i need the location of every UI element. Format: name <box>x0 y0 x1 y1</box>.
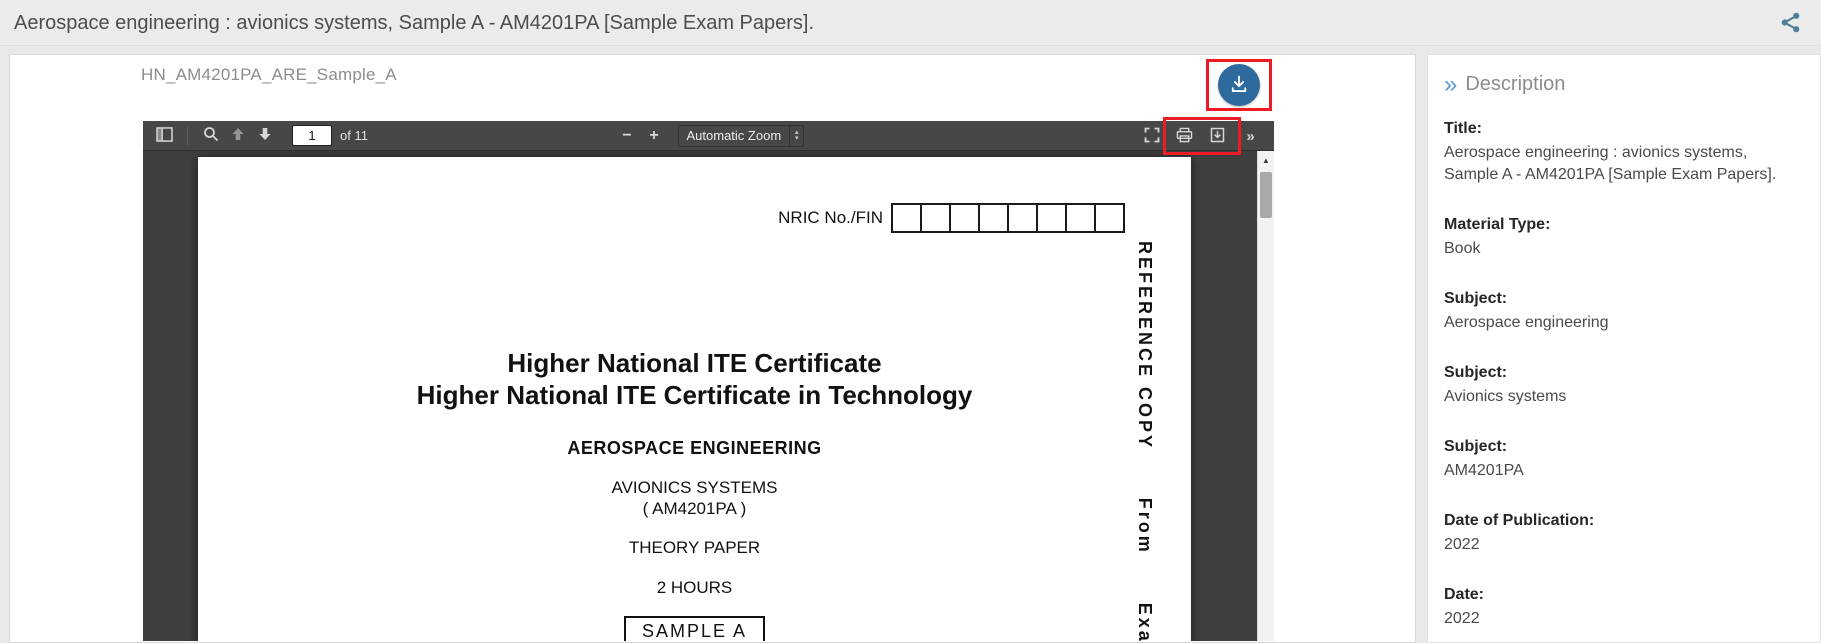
subject-heading: AEROSPACE ENGINEERING <box>567 438 822 458</box>
nric-box <box>1065 203 1096 233</box>
nric-box <box>1094 203 1125 233</box>
scrollbar-thumb[interactable] <box>1260 172 1272 218</box>
scroll-up-button[interactable]: ▲ <box>1258 151 1274 169</box>
sample-label-row: SAMPLE A <box>198 616 1191 641</box>
arrow-down-icon <box>258 127 272 144</box>
presentation-mode-button[interactable] <box>1138 124 1165 148</box>
nric-box <box>920 203 951 233</box>
description-fields: Title: Aerospace engineering : avionics … <box>1444 120 1804 630</box>
search-icon <box>203 126 219 145</box>
nric-box <box>978 203 1009 233</box>
description-field: Title: Aerospace engineering : avionics … <box>1444 120 1804 186</box>
field-label: Material Type: <box>1444 216 1551 233</box>
previous-page-button[interactable] <box>224 124 251 148</box>
toolbar-more-button[interactable]: » <box>1237 124 1264 148</box>
pdf-body: NRIC No./FIN REFERENCE COPY From Examina… <box>143 151 1274 641</box>
description-field: Subject: AM4201PA <box>1444 438 1804 482</box>
zoom-in-button[interactable]: + <box>641 124 668 148</box>
paper-type: THEORY PAPER <box>628 538 761 557</box>
certificate-heading-line1: Higher National ITE Certificate <box>507 348 882 378</box>
pdf-toolbar: of 11 − + Automatic Zoom ▴▾ <box>143 117 1274 155</box>
document-filename: HN_AM4201PA_ARE_Sample_A <box>141 65 397 84</box>
course-name: AVIONICS SYSTEMS <box>611 478 778 497</box>
page-count-label: of 11 <box>340 128 368 143</box>
description-field: Date of Publication: 2022 <box>1444 512 1804 556</box>
nric-box <box>1007 203 1038 233</box>
field-value: 2022 <box>1444 610 1480 627</box>
course-code: ( AM4201PA ) <box>642 499 747 518</box>
pdf-page: NRIC No./FIN REFERENCE COPY From Examina… <box>198 157 1191 641</box>
description-field: Subject: Aerospace engineering <box>1444 290 1804 334</box>
field-label: Subject: <box>1444 438 1508 455</box>
nric-box <box>1036 203 1067 233</box>
nric-box <box>949 203 980 233</box>
download-file-button[interactable] <box>1204 124 1231 148</box>
field-value: Avionics systems <box>1444 388 1567 405</box>
description-field: Material Type: Book <box>1444 216 1804 260</box>
toolbar-divider <box>187 126 188 145</box>
zoom-out-button[interactable]: − <box>614 124 641 148</box>
sidebar-toggle-button[interactable] <box>151 124 178 148</box>
zoom-select-value: Automatic Zoom <box>686 128 782 143</box>
next-page-button[interactable] <box>251 124 278 148</box>
description-field: Date: 2022 <box>1444 586 1804 630</box>
highlight-box-download <box>1206 59 1272 111</box>
nric-row: NRIC No./FIN <box>778 203 1125 233</box>
field-value: Aerospace engineering <box>1444 314 1609 331</box>
field-label: Title: <box>1444 120 1482 137</box>
field-value: 2022 <box>1444 536 1480 553</box>
print-icon <box>1176 127 1193 146</box>
field-label: Subject: <box>1444 290 1508 307</box>
sample-label: SAMPLE A <box>623 616 766 641</box>
field-label: Date of Publication: <box>1444 512 1595 529</box>
certificate-heading: Higher National ITE Certificate Higher N… <box>198 347 1191 411</box>
description-header: » Description <box>1444 72 1804 96</box>
share-button[interactable] <box>1777 11 1803 37</box>
scroll-up-icon: ▲ <box>1262 155 1270 165</box>
page-title: Aerospace engineering : avionics systems… <box>14 12 815 34</box>
arrow-up-icon <box>231 127 245 144</box>
download-page-icon <box>1210 127 1225 146</box>
download-button[interactable] <box>1218 64 1260 106</box>
description-panel: » Description Title: Aerospace engineeri… <box>1427 54 1821 643</box>
pdf-viewer: of 11 − + Automatic Zoom ▴▾ <box>143 117 1274 641</box>
select-arrows-icon: ▴ ▾ <box>788 125 803 146</box>
description-title: Description <box>1465 73 1566 95</box>
field-value: AM4201PA <box>1444 462 1524 479</box>
zoom-select[interactable]: Automatic Zoom ▴ ▾ <box>677 124 804 147</box>
duration: 2 HOURS <box>656 578 733 597</box>
description-field: Subject: Avionics systems <box>1444 364 1804 408</box>
nric-box <box>891 203 922 233</box>
certificate-heading-line2: Higher National ITE Certificate in Techn… <box>416 380 973 410</box>
print-button[interactable] <box>1171 124 1198 148</box>
field-value: Aerospace engineering : avionics systems… <box>1444 144 1777 183</box>
fullscreen-icon <box>1144 127 1160 146</box>
collapse-panel-button[interactable]: » <box>1444 72 1457 96</box>
zoom-controls: − + Automatic Zoom ▴ ▾ <box>614 121 804 151</box>
viewer-card: HN_AM4201PA_ARE_Sample_A 1 of 11 − + Aut… <box>9 54 1416 643</box>
field-label: Date: <box>1444 586 1485 603</box>
nric-label: NRIC No./FIN <box>778 208 883 227</box>
header-bar: Aerospace engineering : avionics systems… <box>0 0 1821 46</box>
field-label: Subject: <box>1444 364 1508 381</box>
toolbar-right-group: » <box>1138 121 1264 151</box>
sidebar-toggle-icon <box>156 126 173 145</box>
download-icon <box>1229 74 1249 97</box>
field-value: Book <box>1444 240 1481 257</box>
share-icon <box>1779 11 1802 37</box>
page-number-input[interactable] <box>292 125 332 146</box>
scrollbar[interactable]: ▲ <box>1257 151 1274 641</box>
search-button[interactable] <box>197 124 224 148</box>
